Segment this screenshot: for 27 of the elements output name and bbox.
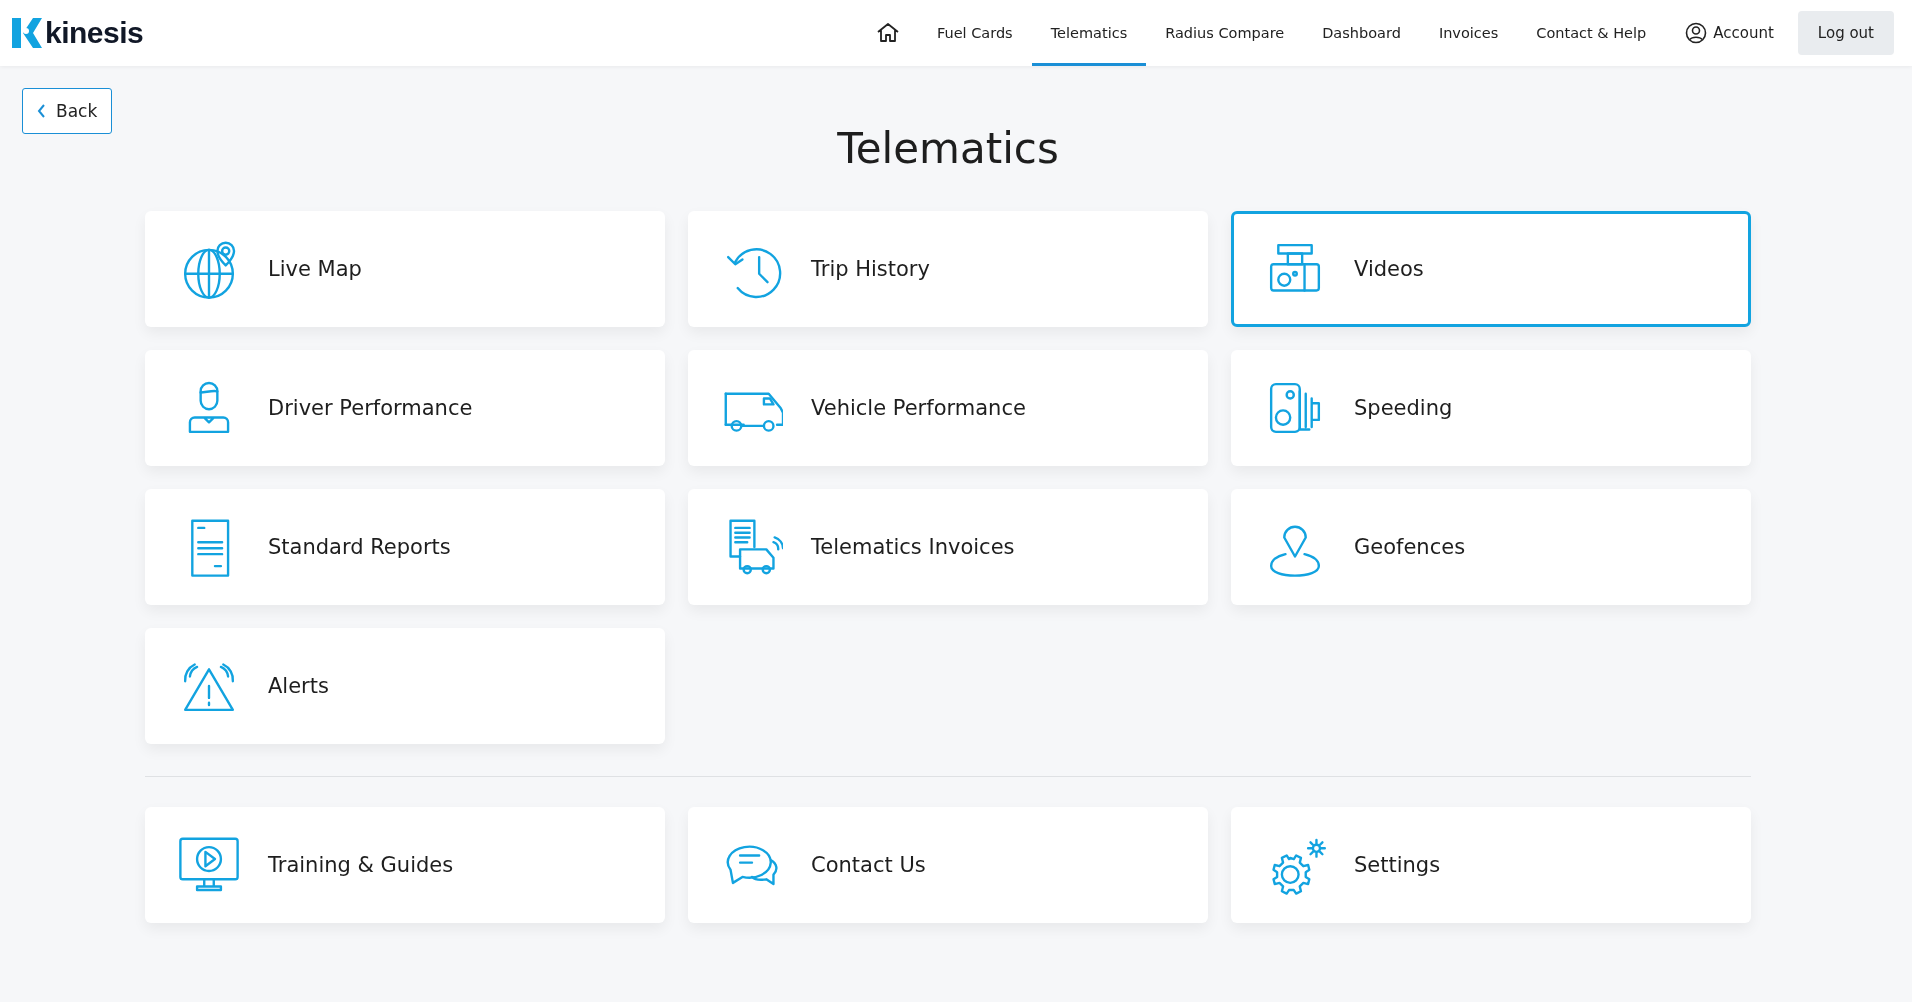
menu-tile[interactable]: Telematics Invoices bbox=[688, 489, 1208, 605]
menu-tile[interactable]: Standard Reports bbox=[145, 489, 665, 605]
account-icon bbox=[1685, 22, 1708, 44]
menu-tile[interactable]: Alerts bbox=[145, 628, 665, 744]
logo-icon bbox=[12, 18, 42, 48]
menu-tile[interactable]: Training & Guides bbox=[145, 807, 665, 923]
menu-tile[interactable]: Settings bbox=[1231, 807, 1751, 923]
menu-tile[interactable]: Geofences bbox=[1231, 489, 1751, 605]
menu-tile[interactable]: Driver Performance bbox=[145, 350, 665, 466]
menu-tile[interactable]: Contact Us bbox=[688, 807, 1208, 923]
menu-tile[interactable]: Vehicle Performance bbox=[688, 350, 1208, 466]
menu-tile[interactable]: Speeding bbox=[1231, 350, 1751, 466]
nav-tab[interactable]: Radius Compare bbox=[1146, 0, 1304, 66]
logout-button[interactable]: Log out bbox=[1797, 11, 1894, 55]
menu-tile[interactable]: Live Map bbox=[145, 211, 665, 327]
page-title: Telematics bbox=[836, 124, 1060, 173]
account-link[interactable]: Account bbox=[1713, 24, 1774, 42]
logo-text: kinesis bbox=[45, 16, 144, 50]
nav-tab[interactable]: Fuel Cards bbox=[917, 0, 1032, 66]
nav-tab[interactable]: Contact & Help bbox=[1517, 0, 1666, 66]
nav-tab[interactable]: Telematics bbox=[1031, 0, 1147, 66]
nav-tab[interactable]: Invoices bbox=[1419, 0, 1518, 66]
back-button[interactable]: Back bbox=[22, 88, 113, 134]
chevron-left-icon bbox=[37, 104, 46, 118]
nav-tab[interactable]: Dashboard bbox=[1303, 0, 1420, 66]
menu-tile[interactable]: Trip History bbox=[688, 211, 1208, 327]
menu-tile[interactable]: Videos bbox=[1231, 211, 1751, 327]
